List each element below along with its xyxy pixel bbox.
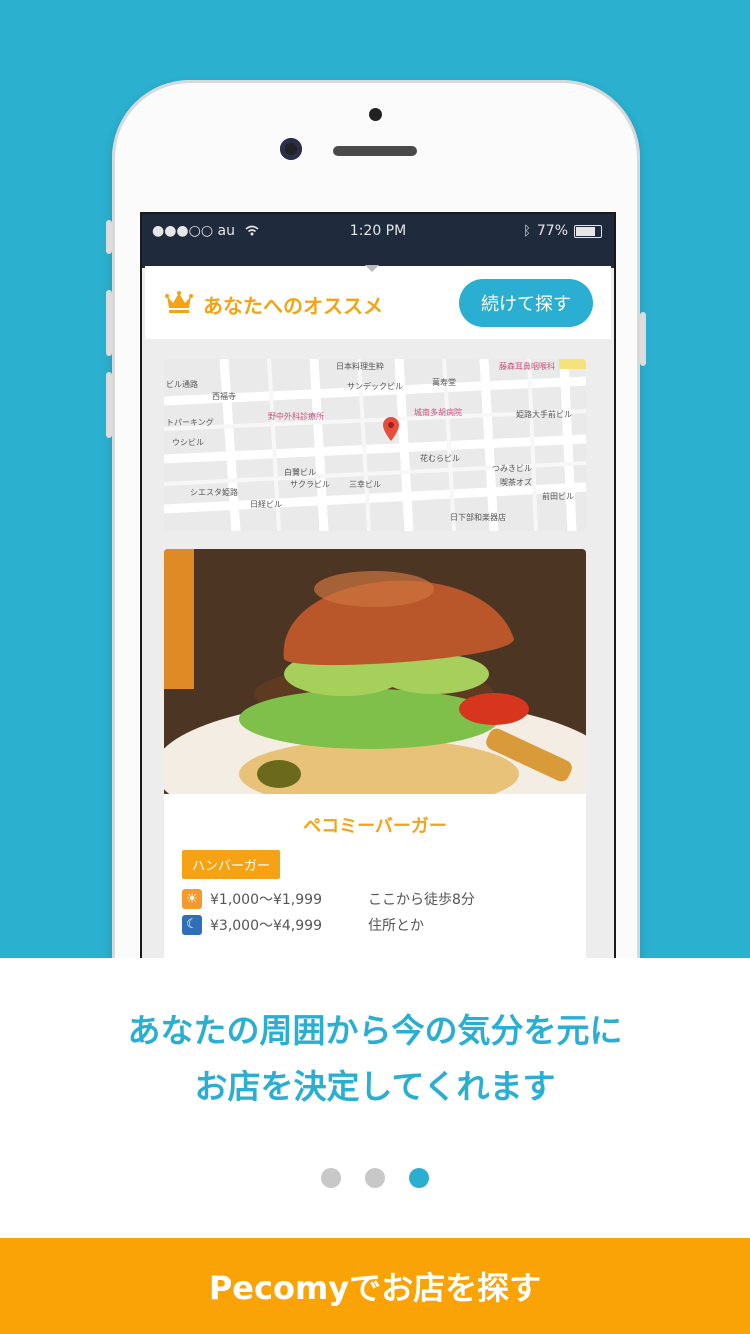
map-label: サンデックビル: [347, 382, 403, 391]
recommend-header: あなたへのオススメ 続けて探す: [145, 265, 611, 339]
map-label: つみきビル: [492, 464, 532, 473]
find-shop-button[interactable]: Pecomyでお店を探す: [0, 1238, 750, 1334]
volume-down-button: [106, 372, 112, 438]
earpiece-speaker: [333, 146, 417, 156]
map-label: 日下部和楽器店: [450, 513, 506, 522]
caption-line-2: お店を決定してくれます: [194, 1067, 556, 1106]
map-view[interactable]: 日本料理生粋 藤森耳鼻咽喉科 サンデックビル 萬寿堂 西福寺 ビル通路 野中外科…: [164, 359, 586, 531]
volume-up-button: [106, 290, 112, 356]
map-label: トパーキング: [166, 418, 214, 427]
collapse-indicator-icon[interactable]: [365, 265, 379, 272]
restaurant-name[interactable]: ペコミーバーガー: [164, 812, 586, 838]
restaurant-photo: [164, 549, 586, 794]
sun-icon: ☀: [182, 889, 202, 909]
map-label: 前田ビル: [542, 492, 574, 501]
map-label: 萬寿堂: [432, 378, 456, 387]
restaurant-card[interactable]: ペコミーバーガー ハンバーガー ☀ ¥1,000〜¥1,999 ☾ ¥3,000…: [164, 549, 586, 974]
recommend-title: あなたへのオススメ: [203, 294, 383, 318]
map-label: 三幸ビル: [349, 480, 381, 489]
lunch-price-row: ☀ ¥1,000〜¥1,999: [182, 889, 322, 909]
address-row: 住所とか: [368, 915, 424, 935]
caption-line-1: あなたの周囲から今の気分を元に: [127, 1011, 623, 1050]
map-label: 城南多胡病院: [414, 408, 462, 417]
battery-percent: 77%: [536, 223, 568, 239]
category-tag: ハンバーガー: [182, 850, 281, 879]
dinner-price: ¥3,000〜¥4,999: [210, 918, 322, 934]
bluetooth-icon: ᛒ: [523, 223, 531, 239]
map-label: ビル通路: [166, 380, 198, 389]
map-label: 日本料理生粋: [336, 362, 384, 371]
phone-screen: ●●●○○ au 1:20 PM ᛒ 77% あなたへのオススメ 続けて探す 日…: [140, 212, 616, 974]
mute-switch: [106, 220, 112, 254]
map-label: 花むらビル: [420, 454, 460, 463]
map-label: 白鷺ビル: [284, 468, 316, 477]
distance: ここから徒歩8分: [368, 892, 475, 908]
front-camera: [280, 138, 302, 160]
lunch-price: ¥1,000〜¥1,999: [210, 892, 322, 908]
moon-icon: ☾: [182, 915, 202, 935]
address: 住所とか: [368, 918, 424, 934]
power-button: [640, 312, 646, 366]
map-label: ウシビル: [172, 438, 204, 447]
status-bar: ●●●○○ au 1:20 PM ᛒ 77%: [142, 214, 614, 250]
map-label: 日経ビル: [250, 500, 282, 509]
map-label: 喫茶オズ: [500, 478, 532, 487]
page-dot-2[interactable]: [365, 1168, 385, 1188]
map-label: サクラビル: [290, 480, 330, 489]
map-label: 藤森耳鼻咽喉科: [499, 362, 555, 371]
map-pin-icon: [383, 417, 399, 441]
map-label: シエスタ姫路: [190, 488, 238, 497]
page-dot-3[interactable]: [409, 1168, 429, 1188]
battery-icon: [574, 224, 602, 238]
front-sensor: [369, 108, 382, 121]
map-label: 野中外科診療所: [268, 412, 324, 421]
status-right: ᛒ 77%: [523, 223, 602, 239]
continue-search-button[interactable]: 続けて探す: [459, 279, 593, 327]
phone-mockup: ●●●○○ au 1:20 PM ᛒ 77% あなたへのオススメ 続けて探す 日…: [106, 80, 646, 1060]
onboarding-caption: あなたの周囲から今の気分を元に お店を決定してくれます: [0, 958, 750, 1238]
dinner-price-row: ☾ ¥3,000〜¥4,999: [182, 915, 322, 935]
distance-row: ここから徒歩8分: [368, 889, 475, 909]
map-label: 西福寺: [212, 392, 236, 401]
page-dot-1[interactable]: [321, 1168, 341, 1188]
map-label: 姫路大手前ビル: [516, 410, 572, 419]
crown-icon: [165, 291, 193, 313]
